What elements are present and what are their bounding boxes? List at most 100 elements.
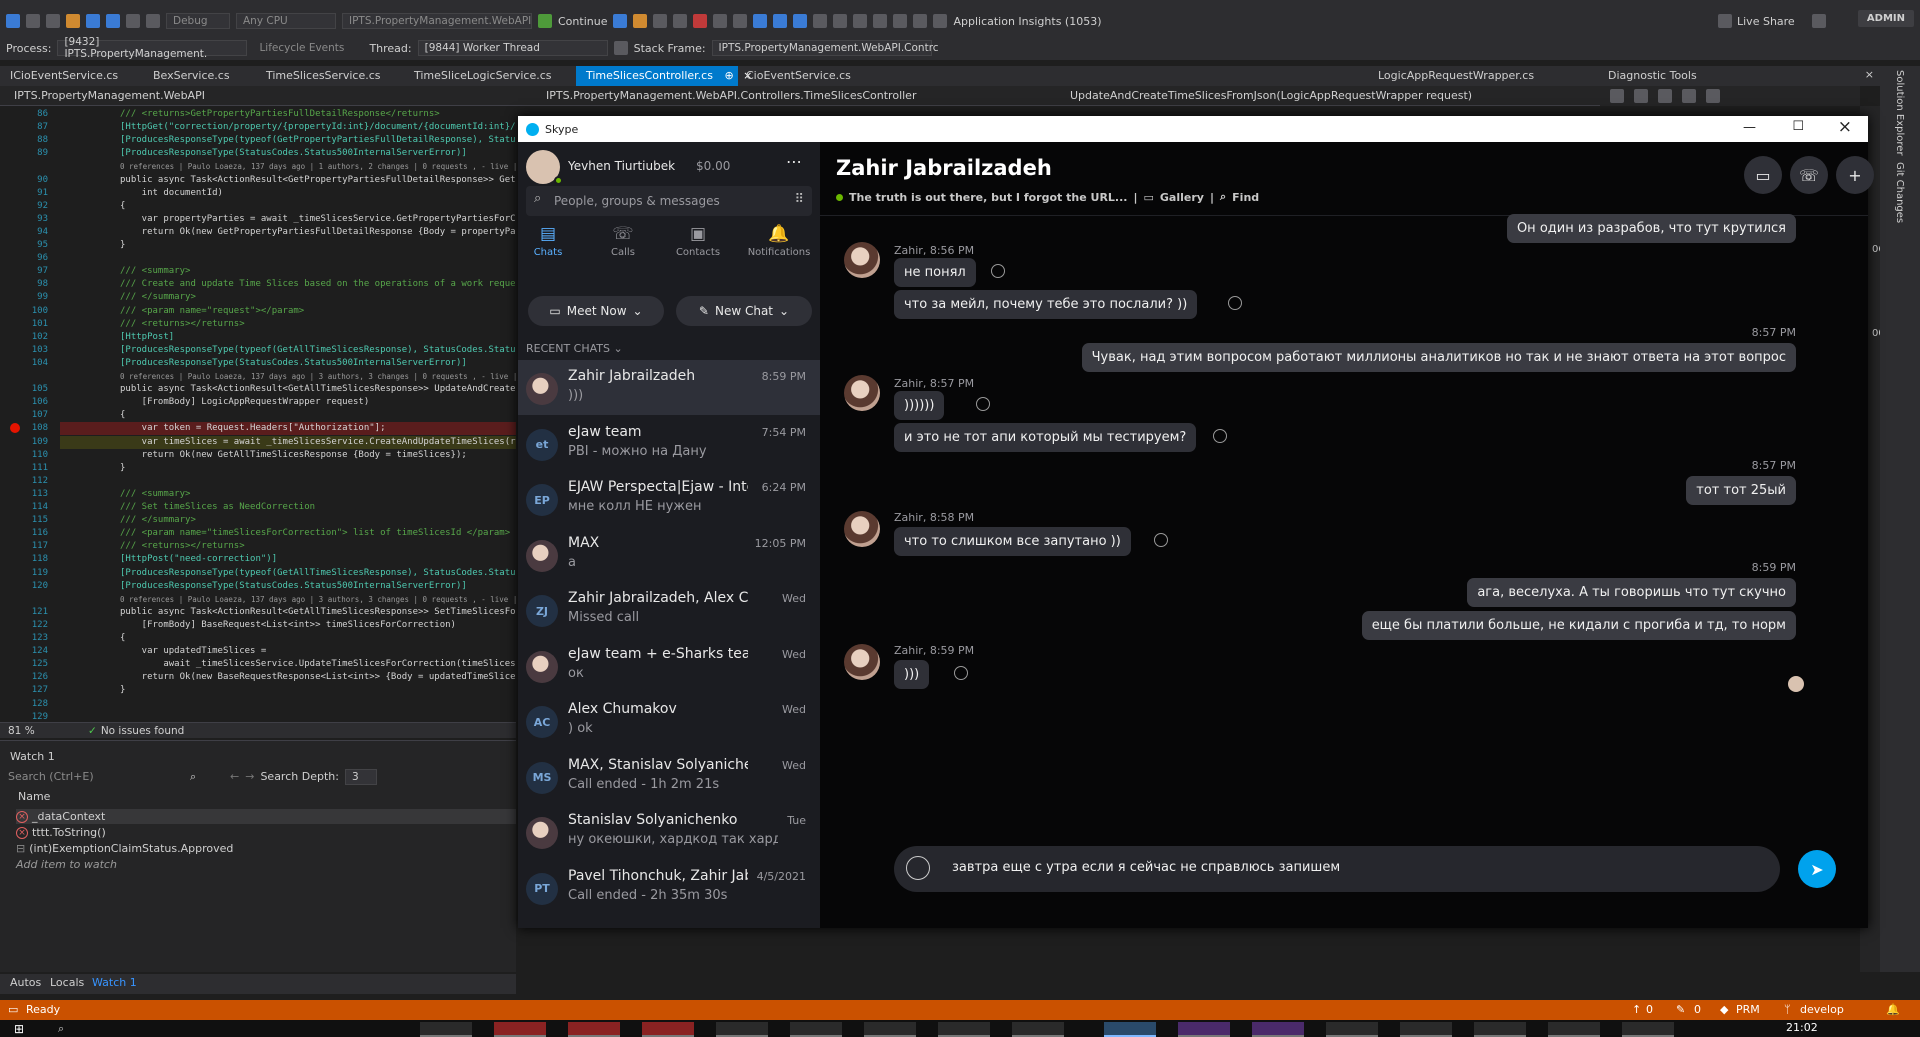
taskbar-app[interactable]	[716, 1022, 768, 1037]
code-line[interactable]: public async Task<ActionResult<GetAllTim…	[120, 606, 516, 619]
code-line[interactable]: }	[120, 239, 125, 252]
bookmark-icon[interactable]	[853, 14, 868, 28]
code-line[interactable]: [HttpGet("correction/property/{propertyI…	[120, 121, 516, 134]
taskbar-app[interactable]	[864, 1022, 916, 1037]
screenshot-icon[interactable]	[653, 14, 668, 28]
step-out-icon[interactable]	[793, 14, 808, 28]
taskbar-app[interactable]	[494, 1022, 546, 1037]
code-line[interactable]: [ProducesResponseType(StatusCodes.Status…	[120, 580, 467, 593]
feedback-icon[interactable]	[1811, 14, 1826, 28]
chat-list-item[interactable]: eJaw team + e-Sharks team Wed ок	[518, 638, 820, 693]
save-icon[interactable]	[86, 14, 100, 28]
code-line[interactable]: }	[120, 684, 125, 697]
taskbar-app[interactable]	[790, 1022, 842, 1037]
meet-now-button[interactable]: ▭ Meet Now ⌄	[528, 296, 664, 326]
code-line[interactable]: /// <param name="timeSlicesForCorrection…	[120, 527, 510, 540]
process-select[interactable]: [9432] IPTS.PropertyManagement.	[57, 36, 248, 60]
tab-contacts[interactable]: ▣ Contacts	[668, 224, 728, 258]
taskbar-app[interactable]	[568, 1022, 620, 1037]
tab-calls[interactable]: ☏ Calls	[593, 224, 653, 258]
message-bubble[interactable]: ))))))	[894, 391, 945, 420]
zoom-out-icon[interactable]	[1682, 89, 1696, 103]
solution-explorer-tab[interactable]: Solution Explorer	[1894, 70, 1905, 156]
tab-timeslicesservice[interactable]: TimeSlicesService.cs	[256, 66, 391, 86]
code-line[interactable]: /// </summary>	[120, 291, 196, 304]
settings-icon[interactable]	[1610, 89, 1624, 103]
tab-icioeventservice[interactable]: ICioEventService.cs	[0, 66, 128, 86]
code-line[interactable]: public async Task<ActionResult<GetProper…	[120, 174, 516, 187]
config-select[interactable]: Debug	[166, 13, 230, 29]
code-line[interactable]: var timeSlices = await _timeSlicesServic…	[120, 436, 516, 449]
continue-button[interactable]: Continue	[558, 15, 607, 28]
show-next-statement-icon[interactable]	[733, 14, 748, 28]
new-project-icon[interactable]	[46, 14, 60, 28]
sender-avatar[interactable]	[844, 375, 880, 411]
app-insights-icon[interactable]	[933, 14, 948, 28]
code-line[interactable]: var propertyParties = await _timeSlicesS…	[120, 213, 516, 226]
react-emoji-icon[interactable]	[991, 264, 1006, 278]
code-line[interactable]: /// <summary>	[120, 488, 190, 501]
sender-avatar[interactable]	[844, 644, 880, 680]
send-button[interactable]: ➤	[1798, 850, 1836, 888]
tab-logicapprequestwrapper[interactable]: LogicAppRequestWrapper.cs	[1368, 66, 1544, 86]
notifications-icon[interactable]: 🔔	[1886, 1003, 1900, 1016]
message-bubble[interactable]: и это не тот апи который мы тестируем?	[894, 423, 1197, 452]
code-line[interactable]: return Ok(new BaseRequestResponse<List<i…	[120, 671, 516, 684]
push-count[interactable]: 0	[1646, 1003, 1653, 1016]
chat-list-item[interactable]: Stanislav Solyanichenko Tue ну океюшки, ха…	[518, 804, 820, 859]
taskbar-app[interactable]	[1252, 1022, 1304, 1037]
code-line[interactable]: {	[120, 409, 125, 422]
open-folder-icon[interactable]	[66, 14, 80, 28]
dialpad-icon[interactable]: ⠿	[794, 192, 804, 207]
forward-icon[interactable]	[26, 14, 40, 28]
browser-icon[interactable]	[633, 14, 648, 28]
code-line[interactable]: [ProducesResponseType(typeof(GetProperty…	[120, 134, 516, 147]
system-clock[interactable]: 21:02	[1786, 1021, 1818, 1034]
back-arrow-icon[interactable]: ←	[230, 768, 239, 786]
message-bubble[interactable]: что за мейл, почему тебе это послали? ))	[894, 290, 1198, 319]
maximize-icon[interactable]: ☐	[1792, 119, 1804, 134]
code-line[interactable]: [HttpPost("need-correction")]	[120, 553, 277, 566]
hot-reload-icon[interactable]	[813, 14, 828, 28]
restart-icon[interactable]	[613, 14, 628, 28]
repo-name[interactable]: PRM	[1736, 1003, 1760, 1016]
code-line[interactable]: await _timeSlicesService.UpdateTimeSlice…	[120, 658, 515, 671]
message-bubble[interactable]: ага, веселуха. А ты говоришь что тут ску…	[1467, 578, 1796, 607]
recent-chats-header[interactable]: RECENT CHATS ⌄	[526, 342, 623, 355]
watch-row[interactable]: ⊟ (int)ExemptionClaimStatus.Approved	[16, 841, 233, 856]
code-line[interactable]: [HttpPost]	[120, 331, 174, 344]
member-dropdown[interactable]: UpdateAndCreateTimeSlicesFromJson(LogicA…	[1064, 88, 1564, 104]
live-share-icon[interactable]	[1718, 14, 1732, 28]
code-line[interactable]: 0 references | Paulo Loaeza, 137 days ag…	[120, 370, 516, 383]
react-emoji-icon[interactable]	[954, 666, 969, 680]
code-line[interactable]: var token = Request.Headers["Authorizati…	[120, 422, 386, 435]
chat-list-item[interactable]: EP EJAW Perspecta|Ejaw - Inter... 6:24 PM м…	[518, 471, 820, 526]
code-line[interactable]: 0 references | Paulo Loaeza, 137 days ag…	[120, 593, 516, 606]
add-people-button[interactable]: +	[1836, 156, 1874, 194]
tab-chats[interactable]: ▤ Chats	[518, 224, 578, 258]
stop-icon[interactable]	[693, 14, 708, 28]
undo-icon[interactable]	[126, 14, 140, 28]
filter-icon[interactable]	[613, 41, 628, 55]
taskbar-app[interactable]	[1400, 1022, 1452, 1037]
audio-call-button[interactable]: ☏	[1790, 156, 1828, 194]
taskbar-app[interactable]	[1326, 1022, 1378, 1037]
tab-notifications[interactable]: 🔔 Notifications	[743, 224, 815, 258]
step-into-icon[interactable]	[753, 14, 768, 28]
restart-debug-icon[interactable]	[713, 14, 728, 28]
taskbar-app[interactable]	[1622, 1022, 1674, 1037]
code-line[interactable]: [ProducesResponseType(typeof(GetAllTimeS…	[120, 344, 516, 357]
code-line[interactable]: public async Task<ActionResult<GetAllTim…	[120, 383, 516, 396]
taskbar-app[interactable]	[1012, 1022, 1064, 1037]
message-composer[interactable]: завтра еще с утра если я сейчас не справ…	[894, 846, 1780, 892]
code-line[interactable]: [FromBody] LogicAppRequestWrapper reques…	[120, 396, 370, 409]
tab-watch1[interactable]: Watch 1	[92, 976, 137, 989]
taskbar-app[interactable]	[1548, 1022, 1600, 1037]
changes-count[interactable]: 0	[1694, 1003, 1701, 1016]
conversation-title[interactable]: Zahir Jabrailzadeh	[836, 156, 1052, 180]
watch-search-input[interactable]: Search (Ctrl+E)	[8, 768, 208, 786]
search-icon[interactable]: ⌕	[58, 1022, 64, 1036]
message-bubble[interactable]: не понял	[894, 258, 976, 287]
tab-cioeventservice[interactable]: CioEventService.cs	[736, 66, 861, 86]
code-line[interactable]: /// Create and update Time Slices based …	[120, 278, 516, 291]
